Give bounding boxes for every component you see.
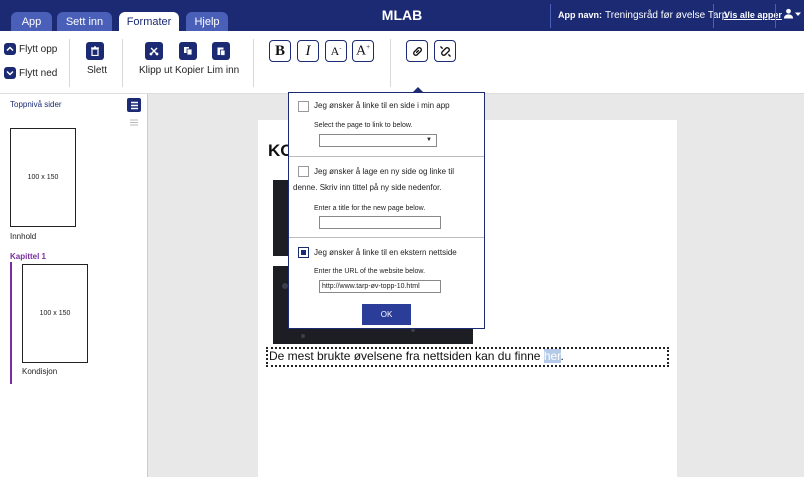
italic-icon: I: [305, 42, 311, 59]
page-select[interactable]: ▼: [319, 134, 437, 147]
link-icon: [412, 46, 422, 56]
chapter-bar: [10, 262, 12, 384]
chevron-down-icon: [795, 12, 801, 16]
app-name: App navn: Treningsråd før øvelse Tarp: [558, 10, 727, 21]
copy-label[interactable]: Kopier: [175, 65, 204, 76]
thumbnail-size-label: 100 x 150: [39, 310, 71, 317]
font-larger-button[interactable]: A+: [352, 40, 374, 62]
move-up-label[interactable]: Flytt opp: [19, 44, 57, 55]
paragraph-block[interactable]: De mest brukte øvelsene fra nettsiden ka…: [266, 347, 669, 367]
thumbnail-size-label: 100 x 150: [27, 174, 59, 181]
header-divider: [713, 4, 714, 28]
dropdown-arrow-icon: ▼: [426, 137, 432, 143]
tab-hjelp[interactable]: Hjelp: [186, 12, 228, 31]
selected-link-text[interactable]: her: [543, 349, 561, 363]
url-hint: Enter the URL of the website below.: [314, 268, 426, 275]
page-name[interactable]: Kondisjon: [22, 367, 57, 376]
list-icon: [130, 101, 138, 109]
link-dialog: Jeg ønsker å linke til en side i min app…: [288, 92, 485, 329]
page-thumbnail[interactable]: 100 x 150: [10, 128, 76, 227]
trash-icon: [91, 46, 99, 56]
remove-link-button[interactable]: [434, 40, 456, 62]
option-new-page-label-cont: denne. Skriv inn tittel på ny side neden…: [293, 183, 442, 192]
toolbar-divider: [122, 39, 123, 87]
paste-icon: [217, 47, 226, 56]
app-name-label: App navn:: [558, 10, 602, 20]
bold-button[interactable]: B: [269, 40, 291, 62]
unlink-icon: [439, 45, 451, 57]
font-size-increase-icon: A+: [355, 42, 371, 59]
chevron-up-icon: [6, 46, 14, 52]
delete-label[interactable]: Slett: [87, 65, 107, 76]
move-down-label[interactable]: Flytt ned: [19, 68, 57, 79]
view-toggle-button[interactable]: [127, 98, 141, 112]
move-down-button[interactable]: [4, 67, 16, 79]
tab-formater[interactable]: Formater: [119, 12, 179, 31]
drag-handle-icon[interactable]: [130, 117, 138, 129]
paragraph-text: De mest brukte øvelsene fra nettsiden ka…: [269, 349, 544, 363]
page-name[interactable]: Innhold: [10, 232, 36, 241]
header-divider: [550, 4, 551, 28]
new-page-title-input[interactable]: [319, 216, 441, 229]
insert-link-button[interactable]: [406, 40, 428, 62]
font-smaller-button[interactable]: A-: [325, 40, 347, 62]
divider: [289, 156, 484, 157]
toolbar-divider: [253, 39, 254, 87]
scissors-icon: [149, 47, 159, 56]
ribbon-toolbar: Flytt opp Flytt ned Slett Klipp ut Kopie…: [0, 31, 804, 94]
toolbar-divider: [69, 39, 70, 87]
toolbar-divider: [390, 39, 391, 87]
see-all-apps-link[interactable]: Vis alle apper: [724, 10, 782, 20]
font-size-decrease-icon: A-: [330, 43, 342, 58]
option-external-url-checkbox[interactable]: [298, 247, 309, 258]
option-internal-page-label: Jeg ønsker å linke til en side i min app: [314, 101, 450, 110]
cut-label[interactable]: Klipp ut: [139, 65, 172, 76]
url-input[interactable]: http://www.tarp-øv-topp-10.html: [319, 280, 441, 293]
header-divider: [775, 4, 776, 28]
cut-button[interactable]: [145, 42, 163, 60]
paragraph-end: .: [560, 349, 564, 363]
chapter-title[interactable]: Kapittel 1: [10, 252, 46, 261]
divider: [289, 237, 484, 238]
copy-button[interactable]: [179, 42, 197, 60]
user-icon: [783, 8, 794, 19]
top-level-pages-label: Toppnivå sider: [10, 100, 62, 109]
tab-app[interactable]: App: [11, 12, 52, 31]
option-external-url-label: Jeg ønsker å linke til en ekstern nettsi…: [314, 248, 457, 257]
delete-button[interactable]: [86, 42, 104, 60]
paste-button[interactable]: [212, 42, 230, 60]
move-up-button[interactable]: [4, 43, 16, 55]
app-name-value: Treningsråd før øvelse Tarp: [605, 10, 728, 21]
chevron-down-icon: [6, 70, 14, 76]
page-sidebar: Toppnivå sider 100 x 150 Innhold Kapitte…: [0, 94, 148, 477]
copy-icon: [184, 47, 193, 56]
user-menu[interactable]: [783, 8, 801, 19]
option-internal-page-checkbox[interactable]: [298, 101, 309, 112]
page-thumbnail[interactable]: 100 x 150: [22, 264, 88, 363]
top-bar: App Sett inn Formater Hjelp MLAB App nav…: [0, 0, 804, 31]
select-page-hint: Select the page to link to below.: [314, 122, 413, 129]
option-new-page-label: Jeg ønsker å lage en ny side og linke ti…: [314, 167, 455, 176]
ok-button[interactable]: OK: [362, 304, 411, 325]
bold-icon: B: [274, 42, 285, 59]
italic-button[interactable]: I: [297, 40, 319, 62]
tab-sett-inn[interactable]: Sett inn: [57, 12, 112, 31]
paste-label[interactable]: Lim inn: [207, 65, 239, 76]
option-new-page-checkbox[interactable]: [298, 166, 309, 177]
new-page-title-hint: Enter a title for the new page below.: [314, 205, 426, 212]
